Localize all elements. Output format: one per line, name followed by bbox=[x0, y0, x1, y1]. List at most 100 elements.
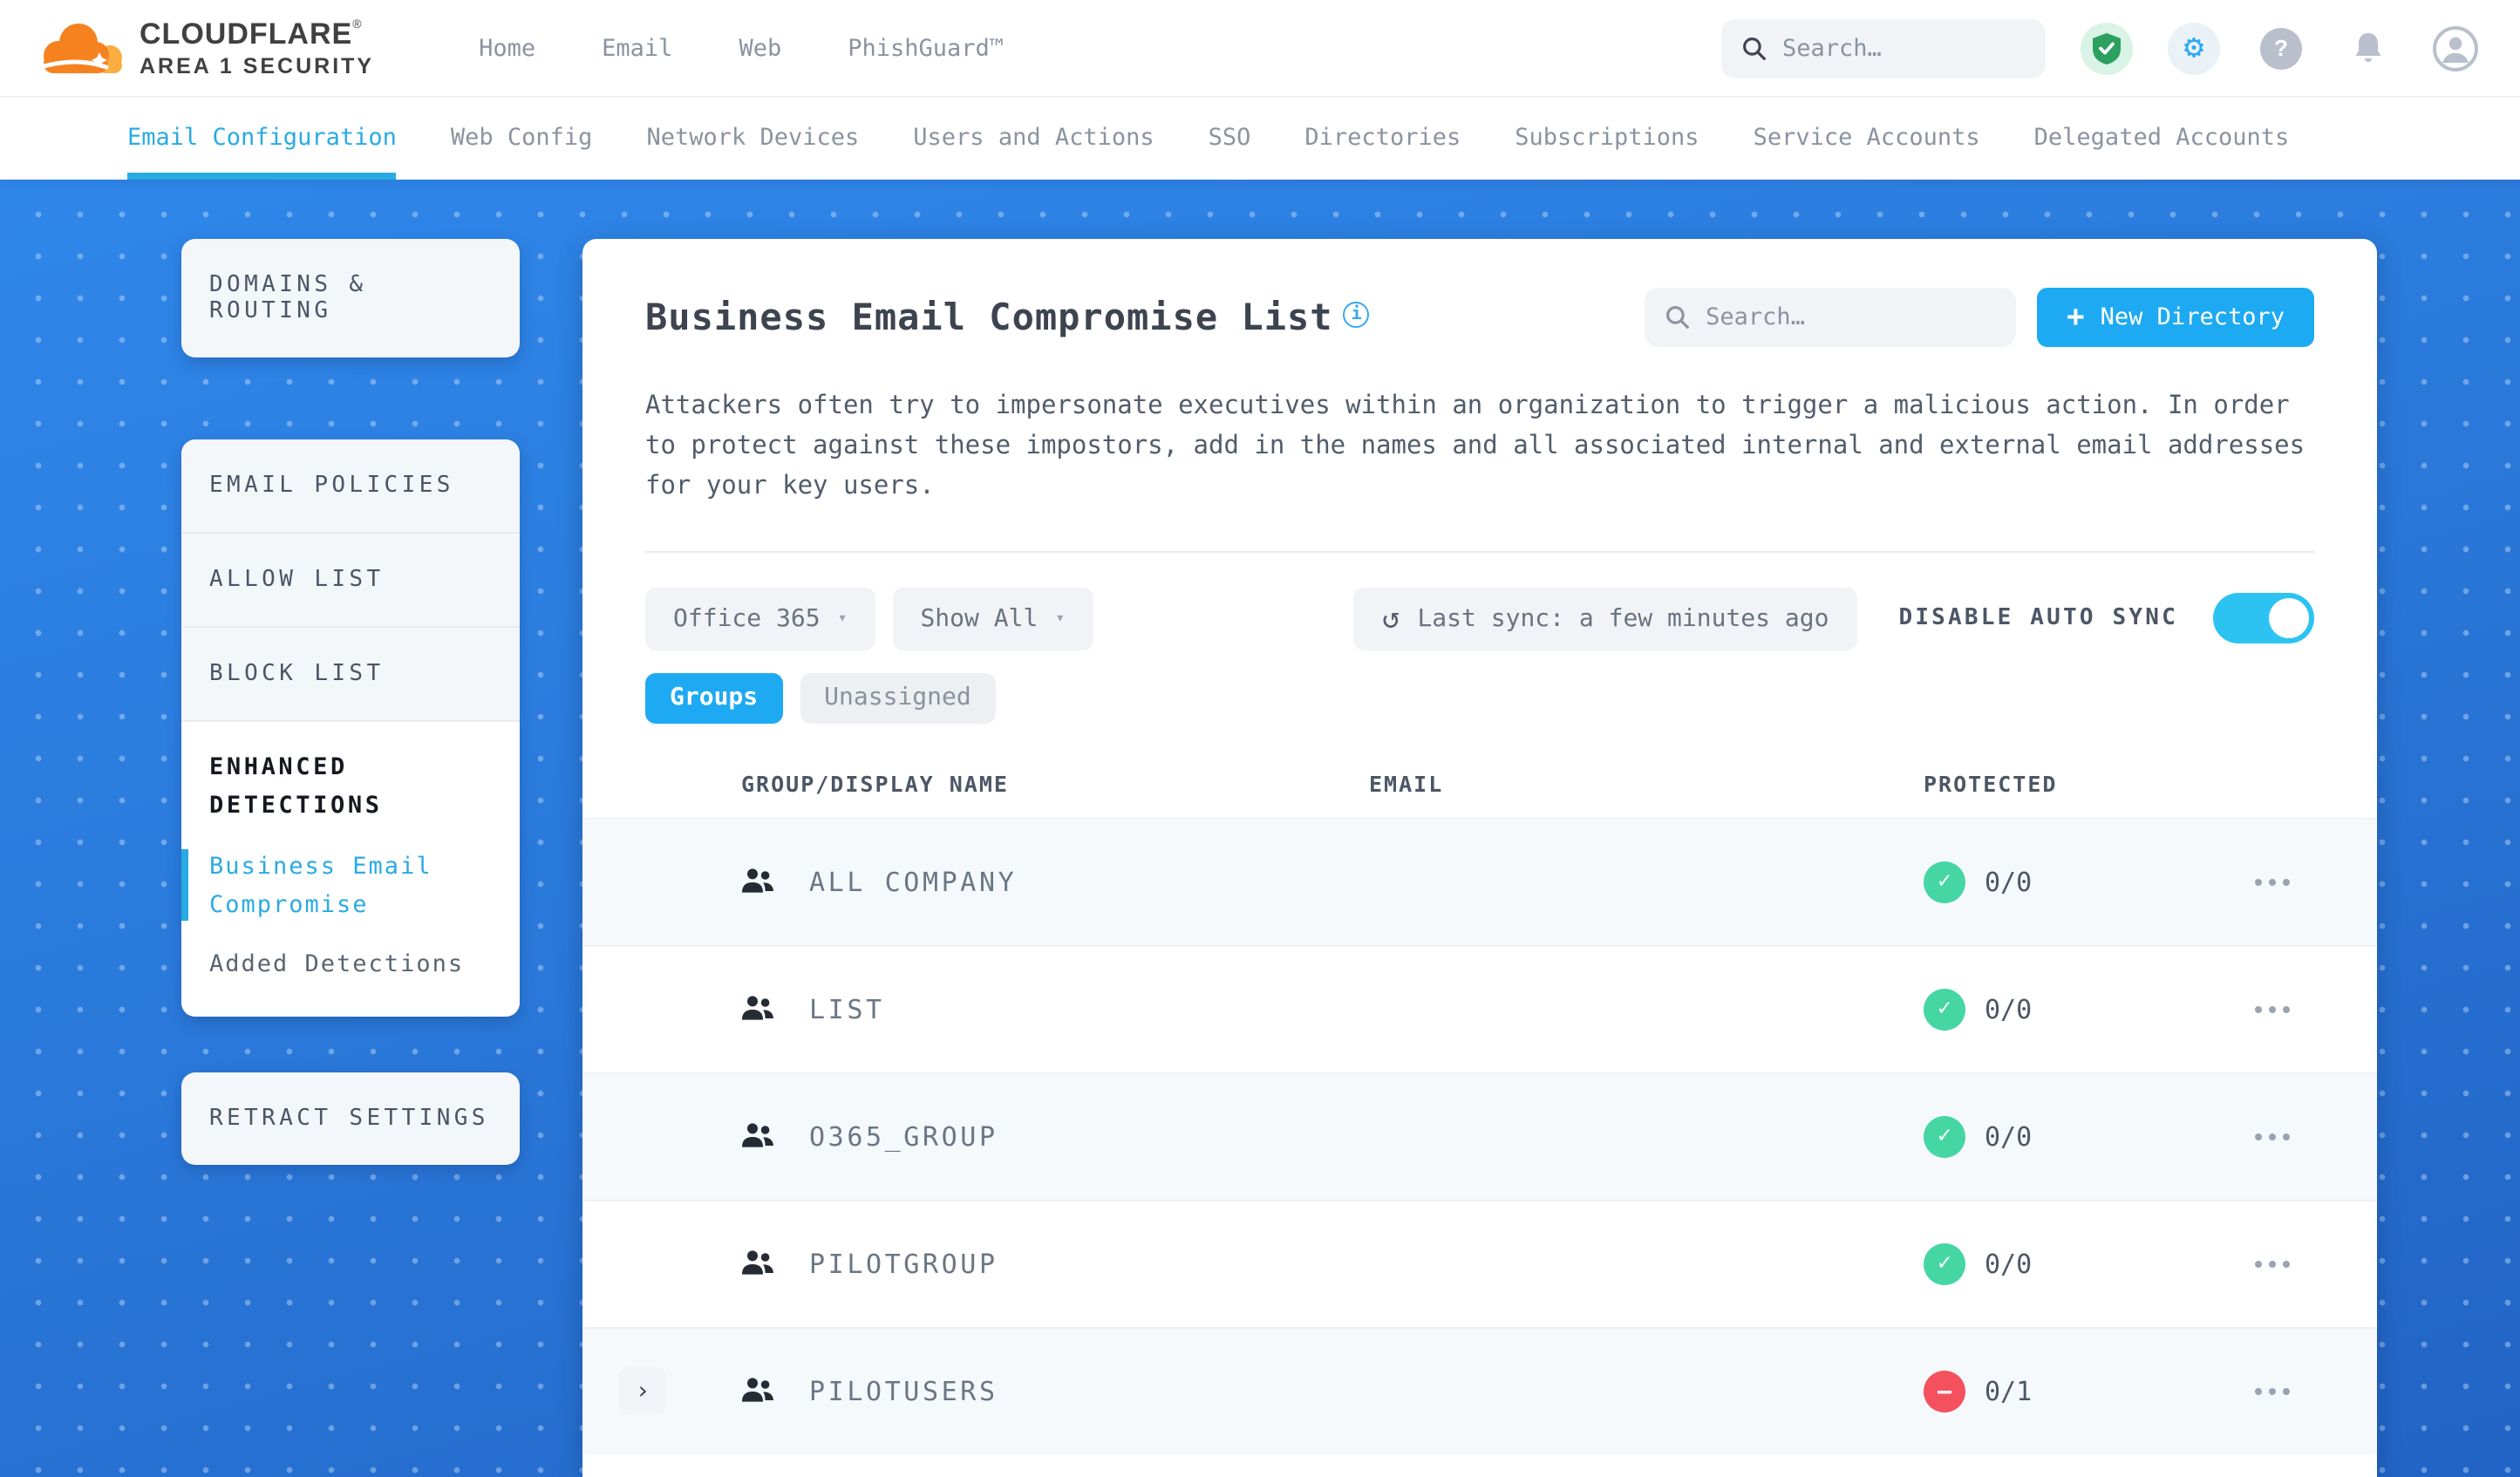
expand-row-button[interactable]: › bbox=[619, 1367, 666, 1415]
new-directory-button[interactable]: + New Directory bbox=[2037, 288, 2314, 347]
list-search[interactable] bbox=[1645, 288, 2017, 347]
column-group-display-name: GROUP/DISPLAY NAME bbox=[741, 771, 1009, 798]
protected-count: 0/0 bbox=[1985, 866, 2033, 898]
group-icon bbox=[742, 1378, 773, 1403]
table-row[interactable]: O365_GROUP ✓ 0/0 bbox=[582, 1072, 2377, 1200]
filter-row: Office 365 ▾ Show All ▾ ↺ Last sync: a f… bbox=[645, 587, 2314, 650]
group-name: PILOTGROUP bbox=[809, 1248, 998, 1280]
sidebar-item-allow-list[interactable]: ALLOW LIST bbox=[181, 534, 520, 628]
tab-groups[interactable]: Groups bbox=[645, 672, 783, 724]
tab-web-config[interactable]: Web Config bbox=[451, 98, 593, 180]
help-button[interactable]: ? bbox=[2255, 22, 2307, 74]
table-row[interactable]: › PILOTUSERS − 0/1 bbox=[582, 1326, 2377, 1454]
chevron-down-icon: ▾ bbox=[837, 609, 848, 628]
tab-unassigned[interactable]: Unassigned bbox=[800, 672, 996, 724]
sidebar-item-domains-routing[interactable]: DOMAINS & ROUTING bbox=[181, 239, 520, 357]
cloudflare-cloud-icon bbox=[37, 24, 122, 73]
policies-card: EMAIL POLICIES ALLOW LIST BLOCK LIST ENH… bbox=[181, 439, 520, 1017]
table-row[interactable]: PILOTGROUP ✓ 0/0 bbox=[582, 1199, 2377, 1326]
page-title: Business Email Compromise List bbox=[645, 296, 1333, 338]
global-search-input[interactable] bbox=[1782, 34, 2025, 62]
protected-status-icon: ✓ bbox=[1924, 1242, 1965, 1285]
group-icon bbox=[742, 1250, 773, 1276]
protected-count: 0/1 bbox=[1985, 1375, 2033, 1407]
last-sync-button[interactable]: ↺ Last sync: a few minutes ago bbox=[1353, 587, 1857, 650]
tab-network-devices[interactable]: Network Devices bbox=[646, 98, 859, 180]
protected-count: 0/0 bbox=[1985, 993, 2033, 1025]
content-area: DOMAINS & ROUTING EMAIL POLICIES ALLOW L… bbox=[0, 180, 2520, 1477]
shield-check-icon bbox=[2093, 32, 2121, 64]
protected-status-icon: ✓ bbox=[1924, 861, 1965, 903]
help-icon: ? bbox=[2260, 27, 2302, 69]
protected-status-icon: ✓ bbox=[1924, 988, 1965, 1031]
row-menu-button[interactable] bbox=[2255, 878, 2290, 886]
retract-settings-card: RETRACT SETTINGS bbox=[181, 1072, 520, 1165]
toggle-knob bbox=[2269, 598, 2309, 639]
row-menu-button[interactable] bbox=[2255, 1260, 2290, 1268]
row-menu-button[interactable] bbox=[2255, 1005, 2290, 1013]
tab-users-and-actions[interactable]: Users and Actions bbox=[913, 98, 1154, 180]
divider bbox=[645, 550, 2314, 553]
gear-icon: ⚙ bbox=[2183, 28, 2204, 66]
row-menu-button[interactable] bbox=[2255, 1387, 2290, 1395]
tab-sso[interactable]: SSO bbox=[1209, 98, 1251, 180]
row-menu-button[interactable] bbox=[2255, 1133, 2290, 1140]
global-search[interactable] bbox=[1721, 18, 2046, 78]
page-description: Attackers often try to impersonate execu… bbox=[645, 392, 2305, 500]
cloudflare-logo[interactable]: CLOUDFLARE® AREA 1 SECURITY bbox=[35, 19, 374, 78]
security-status-button[interactable] bbox=[2081, 22, 2133, 74]
account-button[interactable] bbox=[2429, 22, 2482, 74]
sidebar-item-added-detections[interactable]: Added Detections bbox=[209, 948, 492, 985]
groups-table: GROUP/DISPLAY NAME EMAIL PROTECTED ALL C… bbox=[582, 751, 2377, 1454]
list-search-input[interactable] bbox=[1706, 303, 1996, 331]
group-name: LIST bbox=[809, 993, 885, 1025]
tab-service-accounts[interactable]: Service Accounts bbox=[1754, 98, 1980, 180]
panel-header: Business Email Compromise List i + New D… bbox=[645, 288, 2314, 347]
search-icon bbox=[1666, 306, 1690, 329]
group-name: ALL COMPANY bbox=[809, 866, 1018, 898]
nav-phishguard[interactable]: PhishGuard™ bbox=[848, 34, 1004, 62]
primary-nav: Home Email Web PhishGuard™ bbox=[479, 34, 1004, 62]
show-filter-dropdown[interactable]: Show All ▾ bbox=[892, 587, 1093, 650]
group-name: PILOTUSERS bbox=[809, 1375, 998, 1407]
blocked-status-icon: − bbox=[1924, 1370, 1965, 1412]
sidebar-item-business-email-compromise[interactable]: Business Email Compromise bbox=[181, 849, 492, 924]
logo-sub-text: AREA 1 SECURITY bbox=[140, 53, 375, 78]
directory-filter-dropdown[interactable]: Office 365 ▾ bbox=[645, 587, 875, 650]
panel-actions: + New Directory bbox=[1645, 288, 2314, 347]
sidebar-item-block-list[interactable]: BLOCK LIST bbox=[181, 628, 520, 722]
refresh-icon: ↺ bbox=[1381, 601, 1400, 636]
table-header: GROUP/DISPLAY NAME EMAIL PROTECTED bbox=[582, 751, 2377, 817]
table-row[interactable]: ALL COMPANY ✓ 0/0 bbox=[582, 817, 2377, 945]
group-icon bbox=[742, 996, 773, 1021]
plus-icon: + bbox=[2067, 300, 2085, 335]
auto-sync-label: DISABLE AUTO SYNC bbox=[1898, 605, 2178, 632]
view-tabs: Groups Unassigned bbox=[645, 672, 2314, 724]
section-tabs: Email Configuration Web Config Network D… bbox=[0, 96, 2520, 180]
tab-directories[interactable]: Directories bbox=[1304, 98, 1461, 180]
registered-mark: ® bbox=[352, 18, 362, 31]
tab-subscriptions[interactable]: Subscriptions bbox=[1515, 98, 1699, 180]
info-icon[interactable]: i bbox=[1343, 301, 1370, 327]
sidebar-item-email-policies[interactable]: EMAIL POLICIES bbox=[181, 439, 520, 534]
settings-sidebar: DOMAINS & ROUTING EMAIL POLICIES ALLOW L… bbox=[181, 239, 520, 1165]
column-protected: PROTECTED bbox=[1924, 771, 2058, 798]
sidebar-item-enhanced-detections[interactable]: ENHANCED DETECTIONS bbox=[209, 750, 492, 825]
settings-button[interactable]: ⚙ bbox=[2168, 22, 2220, 74]
nav-email[interactable]: Email bbox=[602, 34, 672, 62]
table-row[interactable]: LIST ✓ 0/0 bbox=[582, 944, 2377, 1072]
notifications-button[interactable] bbox=[2342, 22, 2394, 74]
sync-controls: ↺ Last sync: a few minutes ago DISABLE A… bbox=[1353, 587, 2314, 650]
sidebar-item-retract-settings[interactable]: RETRACT SETTINGS bbox=[181, 1072, 520, 1165]
chevron-right-icon: › bbox=[635, 1377, 650, 1406]
protected-count: 0/0 bbox=[1985, 1120, 2033, 1153]
nav-home[interactable]: Home bbox=[479, 34, 535, 62]
tab-email-configuration[interactable]: Email Configuration bbox=[127, 98, 397, 180]
auto-sync-toggle[interactable] bbox=[2213, 593, 2314, 644]
logo-brand-text: CLOUDFLARE bbox=[140, 17, 353, 51]
bell-icon bbox=[2355, 32, 2381, 61]
column-email: EMAIL bbox=[1369, 771, 1444, 798]
group-icon bbox=[742, 1123, 773, 1148]
tab-delegated-accounts[interactable]: Delegated Accounts bbox=[2034, 98, 2290, 180]
nav-web[interactable]: Web bbox=[739, 34, 781, 62]
